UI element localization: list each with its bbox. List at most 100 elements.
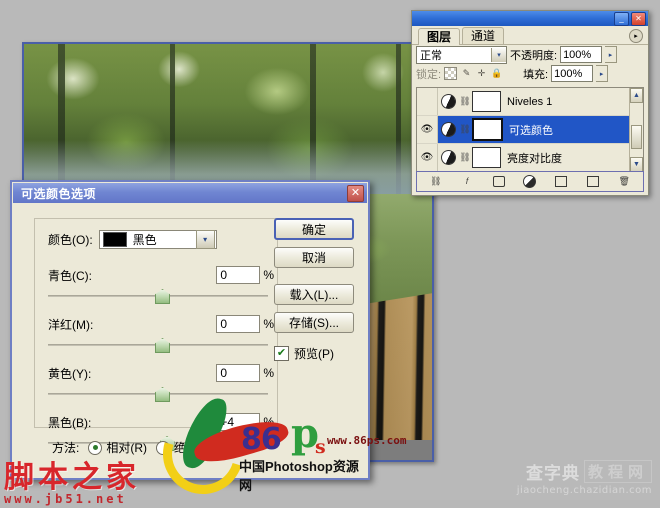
layer-visibility-icon[interactable]: 👁	[417, 116, 438, 143]
lock-fill-row: 锁定: ✎ ✛ 🔒 填充: 100% ▸	[412, 64, 648, 83]
chevron-down-icon[interactable]: ▾	[195, 230, 215, 249]
dialog-body: 颜色(O): 黑色 ▾ 青色(C): 0 % 洋红(M): 0 % 黄色(Y):…	[12, 204, 368, 478]
color-select-row: 颜色(O): 黑色 ▾	[48, 230, 217, 249]
link-icon[interactable]: ⛓	[458, 152, 472, 163]
black-unit: %	[263, 415, 274, 429]
layer-thumbnail[interactable]	[472, 91, 501, 112]
opacity-label: 不透明度:	[510, 49, 558, 62]
desktop-background: _ ✕ 图层 通道 ▸ 正常 ▾ 不透明度: 100% ▸ 锁定: ✎ ✛ 🔒 …	[0, 0, 660, 508]
minimize-icon[interactable]: _	[614, 11, 629, 26]
tab-layers[interactable]: 图层	[418, 28, 461, 45]
dialog-buttons: 确定 取消 载入(L)... 存储(S)... ✔ 预览(P)	[274, 218, 354, 362]
radio-unselected-icon[interactable]	[156, 440, 171, 455]
layer-visibility-icon[interactable]: 👁	[417, 144, 438, 171]
lock-label: 锁定:	[416, 68, 442, 81]
transparency-lock-icon[interactable]	[444, 67, 458, 80]
method-relative-radio[interactable]: 相对(R)	[88, 439, 147, 456]
yellow-slider-row: 黄色(Y): 0 %	[48, 364, 274, 402]
opacity-slider-arrow-icon[interactable]: ▸	[605, 46, 618, 63]
yellow-input[interactable]: 0	[216, 364, 261, 382]
magenta-slider-track[interactable]	[48, 338, 274, 353]
link-layers-icon[interactable]: ⛓	[429, 175, 443, 189]
adjustment-layer-icon[interactable]	[523, 175, 537, 189]
layers-bottom-toolbar[interactable]: ⛓ 𝑓 🗑	[416, 171, 644, 192]
method-relative-label: 相对(R)	[106, 441, 148, 455]
opacity-value[interactable]: 100%	[560, 46, 603, 63]
magenta-input[interactable]: 0	[216, 315, 261, 333]
magenta-slider-knob[interactable]	[155, 338, 170, 353]
color-value: 黑色	[132, 233, 157, 247]
scroll-up-icon[interactable]: ▲	[630, 88, 643, 103]
chevron-down-icon[interactable]: ▾	[491, 47, 506, 62]
color-label: 颜色(O):	[48, 233, 93, 247]
magenta-label: 洋红(M):	[48, 317, 94, 332]
adjustment-layer-icon	[438, 119, 458, 140]
method-absolute-radio[interactable]: 绝对(A)	[156, 439, 214, 456]
link-icon[interactable]: ⛓	[458, 96, 472, 107]
layer-thumbnail[interactable]	[472, 118, 503, 141]
palette-title-bar[interactable]: _ ✕	[412, 11, 648, 26]
radio-selected-icon[interactable]	[88, 440, 103, 455]
fill-slider-arrow-icon[interactable]: ▸	[596, 65, 609, 82]
cyan-unit: %	[263, 268, 274, 282]
layer-name: 亮度对比度	[507, 152, 562, 165]
delete-layer-icon[interactable]: 🗑	[617, 175, 631, 189]
brush-lock-icon[interactable]: ✎	[461, 68, 472, 79]
ok-button[interactable]: 确定	[274, 218, 354, 240]
layers-scrollbar[interactable]: ▲ ▼	[629, 88, 643, 172]
method-label: 方法:	[52, 441, 80, 455]
magenta-unit: %	[263, 317, 274, 331]
load-button[interactable]: 载入(L)...	[274, 284, 354, 305]
new-group-icon[interactable]	[554, 175, 568, 189]
tab-channels[interactable]: 通道	[462, 27, 505, 44]
layer-name: 可选颜色	[509, 124, 553, 137]
table-row[interactable]: ⛓ Niveles 1	[417, 88, 643, 116]
table-row[interactable]: 👁 ⛓ 可选颜色	[417, 116, 643, 144]
layer-mask-icon[interactable]	[492, 175, 506, 189]
scroll-down-icon[interactable]: ▼	[630, 157, 643, 172]
color-select[interactable]: 黑色 ▾	[98, 230, 217, 249]
scrollbar-thumb[interactable]	[631, 125, 642, 149]
move-lock-icon[interactable]: ✛	[476, 68, 487, 79]
black-input[interactable]: +4	[216, 413, 261, 431]
selective-color-dialog[interactable]: 可选颜色选项 ✕ 颜色(O): 黑色 ▾ 青色(C): 0 % 洋红(M): 0…	[10, 180, 370, 480]
chazidian-text2: 教程网	[583, 460, 652, 483]
yellow-slider-knob[interactable]	[155, 387, 170, 402]
close-icon[interactable]: ✕	[631, 11, 646, 26]
link-icon[interactable]: ⛓	[458, 124, 472, 135]
close-icon[interactable]: ✕	[347, 184, 364, 202]
yellow-slider-track[interactable]	[48, 387, 274, 402]
blend-mode-select[interactable]: 正常 ▾	[416, 45, 507, 64]
method-absolute-label: 绝对(A)	[174, 441, 215, 455]
dialog-title: 可选颜色选项	[21, 186, 97, 201]
lock-icons-group[interactable]: ✎ ✛ 🔒	[444, 67, 502, 80]
watermark-chazidian: 查字典 教程网 jiaocheng.chazidian.com	[517, 459, 652, 496]
layers-palette[interactable]: _ ✕ 图层 通道 ▸ 正常 ▾ 不透明度: 100% ▸ 锁定: ✎ ✛ 🔒 …	[411, 10, 649, 196]
save-button[interactable]: 存储(S)...	[274, 312, 354, 333]
preview-checkbox-row[interactable]: ✔ 预览(P)	[274, 345, 354, 362]
yellow-label: 黄色(Y):	[48, 366, 92, 381]
layer-visibility-icon[interactable]	[417, 88, 438, 115]
cyan-slider-row: 青色(C): 0 %	[48, 266, 274, 304]
table-row[interactable]: 👁 ⛓ 亮度对比度	[417, 144, 643, 172]
all-lock-icon[interactable]: 🔒	[491, 68, 502, 79]
fill-value[interactable]: 100%	[551, 65, 594, 82]
blend-mode-value: 正常	[420, 49, 442, 62]
dialog-title-bar[interactable]: 可选颜色选项 ✕	[13, 183, 367, 203]
preview-checkbox[interactable]: ✔	[274, 346, 289, 361]
cancel-button[interactable]: 取消	[274, 247, 354, 268]
chazidian-url: jiaocheng.chazidian.com	[516, 485, 652, 496]
method-row: 方法: 相对(R) 绝对(A)	[52, 439, 214, 456]
black-label: 黑色(B):	[48, 415, 92, 430]
new-layer-icon[interactable]	[586, 175, 600, 189]
fill-label: 填充:	[523, 68, 549, 81]
cyan-slider-track[interactable]	[48, 289, 274, 304]
layer-thumbnail[interactable]	[472, 147, 501, 168]
palette-tabs[interactable]: 图层 通道 ▸	[412, 26, 648, 45]
cyan-input[interactable]: 0	[216, 266, 261, 284]
layers-list[interactable]: ⛓ Niveles 1 👁 ⛓ 可选颜色 👁 ⛓ 亮度对比度 ▲ ▼	[416, 87, 644, 173]
cyan-slider-knob[interactable]	[155, 289, 170, 304]
layer-style-icon[interactable]: 𝑓	[460, 175, 474, 189]
palette-menu-icon[interactable]: ▸	[629, 29, 643, 43]
chazidian-text1: 查字典	[525, 464, 580, 483]
